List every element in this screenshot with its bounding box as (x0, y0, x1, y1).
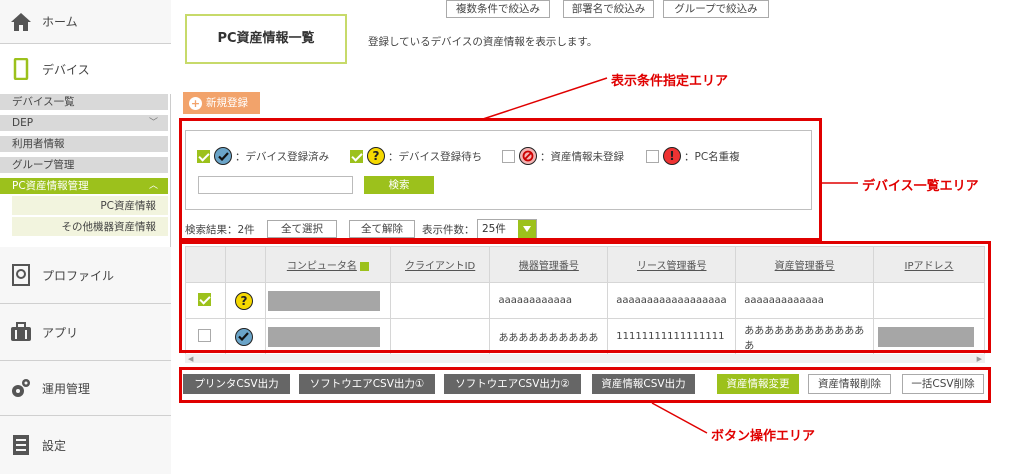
filter-area-note: 表示条件指定エリア (611, 74, 729, 89)
annotation-leader-lines (479, 77, 858, 434)
list-area-note: デバイス一覧エリア (862, 179, 979, 194)
button-area-note: ボタン操作エリア (711, 429, 816, 444)
page: ホーム デバイス デバイス一覧 DEP ﹀ 利用者情報 グループ管理 PC資産情報… (0, 0, 1024, 474)
